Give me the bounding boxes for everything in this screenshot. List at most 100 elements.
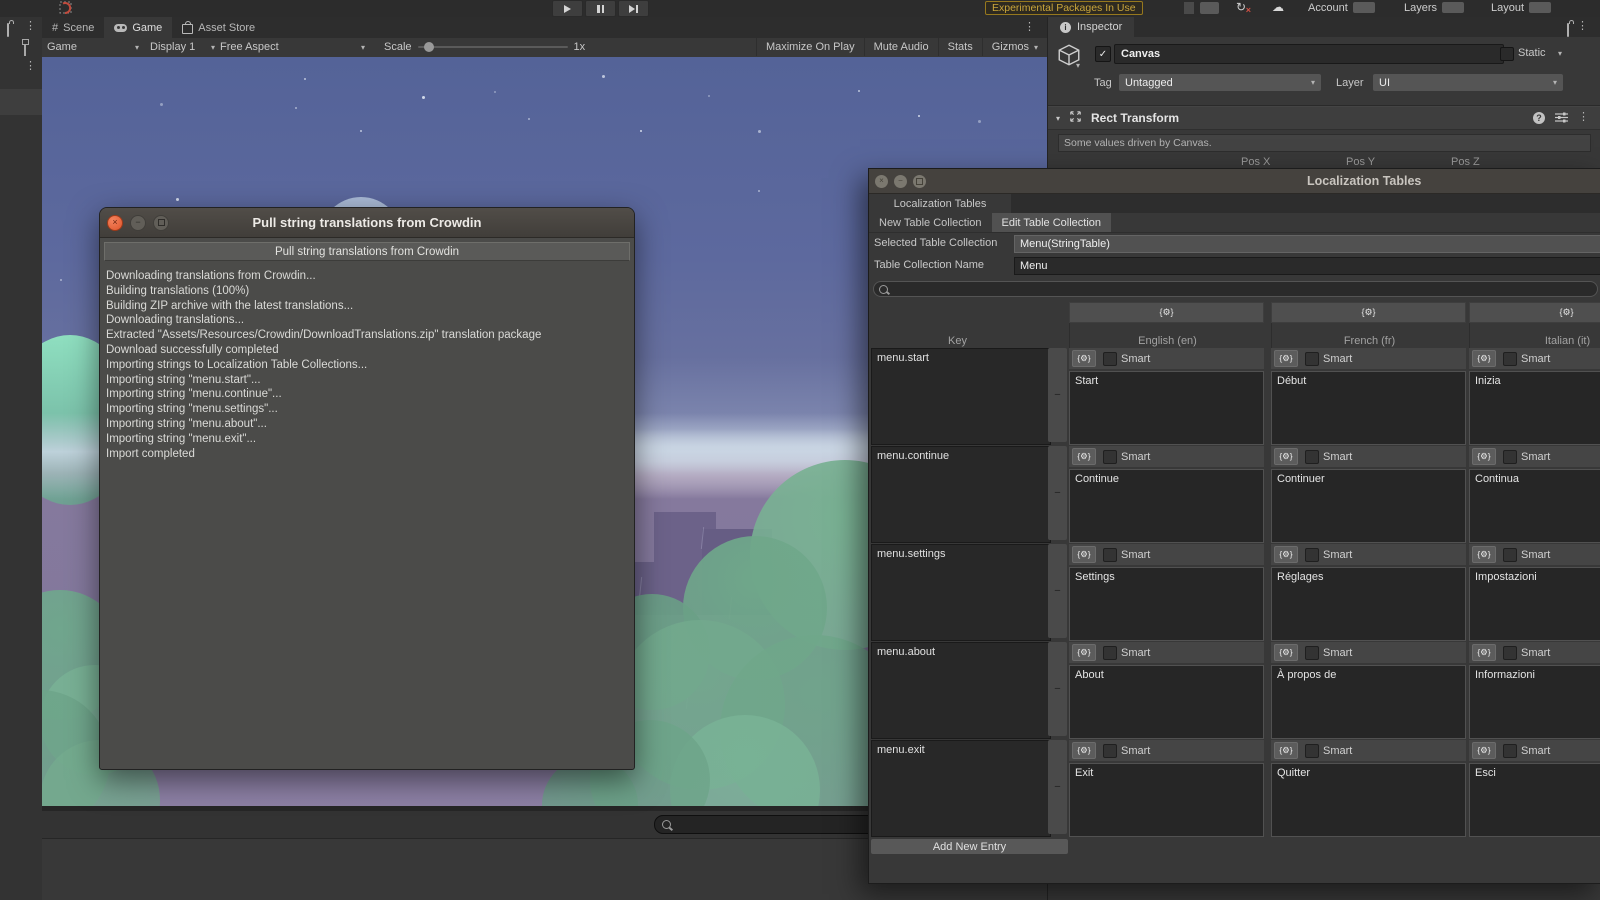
metadata-button[interactable]: {⚙} bbox=[1274, 742, 1298, 759]
entry-value-field[interactable]: Informazioni bbox=[1469, 665, 1600, 739]
layer-dropdown[interactable]: UI ▾ bbox=[1373, 74, 1563, 91]
cloud-icon[interactable]: ☁ bbox=[1272, 0, 1284, 14]
entry-value-field[interactable]: Start bbox=[1069, 371, 1264, 445]
display-target-dropdown[interactable]: Game ▾ bbox=[47, 38, 139, 56]
tab-inspector[interactable]: i Inspector bbox=[1048, 17, 1135, 37]
popout-icon[interactable] bbox=[24, 42, 26, 56]
table-search-input[interactable] bbox=[873, 281, 1598, 297]
remove-entry-button[interactable]: − bbox=[1048, 781, 1067, 793]
key-column-header[interactable]: Key bbox=[869, 323, 1046, 350]
key-cell[interactable]: menu.about bbox=[871, 642, 1051, 739]
localization-tables-window[interactable]: × − Localization Tables Localization Tab… bbox=[868, 168, 1600, 884]
entry-value-field[interactable]: Esci bbox=[1469, 763, 1600, 837]
undo-history-button[interactable] bbox=[1200, 2, 1219, 14]
metadata-button[interactable]: {⚙} bbox=[1274, 448, 1298, 465]
layers-dropdown[interactable]: Layers bbox=[1404, 1, 1465, 14]
smart-checkbox[interactable] bbox=[1305, 645, 1319, 660]
mute-audio-button[interactable]: Mute Audio bbox=[863, 38, 938, 56]
smart-checkbox[interactable] bbox=[1103, 645, 1117, 660]
key-cell[interactable]: menu.exit bbox=[871, 740, 1051, 837]
entry-value-field[interactable]: Continuer bbox=[1271, 469, 1466, 543]
smart-checkbox[interactable] bbox=[1305, 449, 1319, 464]
add-new-entry-button[interactable]: Add New Entry bbox=[871, 839, 1068, 854]
selected-collection-dropdown[interactable]: Menu(StringTable) bbox=[1014, 235, 1600, 253]
metadata-button[interactable]: {⚙} bbox=[1072, 448, 1096, 465]
metadata-button[interactable]: {⚙} bbox=[1072, 350, 1096, 367]
static-caret[interactable]: ▾ bbox=[1558, 49, 1562, 58]
row-handle[interactable]: − bbox=[1048, 544, 1067, 638]
metadata-button[interactable]: {⚙} bbox=[1472, 448, 1496, 465]
smart-checkbox[interactable] bbox=[1305, 351, 1319, 366]
scale-slider[interactable] bbox=[417, 42, 568, 52]
crowdin-titlebar[interactable]: × − Pull string translations from Crowdi… bbox=[100, 208, 634, 238]
smart-checkbox[interactable] bbox=[1103, 351, 1117, 366]
foldout-caret[interactable]: ▾ bbox=[1056, 114, 1060, 123]
new-table-collection-tab[interactable]: New Table Collection bbox=[869, 213, 992, 232]
entry-value-field[interactable]: Continua bbox=[1469, 469, 1600, 543]
column-header[interactable]: French (fr) bbox=[1271, 323, 1467, 350]
entry-value-field[interactable]: Settings bbox=[1069, 567, 1264, 641]
rect-transform-header[interactable]: ▾ Rect Transform ? ⋮ bbox=[1048, 106, 1600, 130]
edit-table-collection-tab[interactable]: Edit Table Collection bbox=[991, 213, 1111, 232]
presets-icon[interactable] bbox=[1555, 112, 1568, 126]
tab-scene[interactable]: # Scene bbox=[42, 17, 104, 38]
smart-checkbox[interactable] bbox=[1103, 449, 1117, 464]
game-panel-menu-icon[interactable]: ⋮ bbox=[1024, 22, 1035, 33]
icon-picker-caret[interactable]: ▾ bbox=[1076, 61, 1080, 70]
metadata-button[interactable]: {⚙} bbox=[1274, 644, 1298, 661]
smart-checkbox[interactable] bbox=[1305, 547, 1319, 562]
column-settings-bar[interactable]: {⚙} bbox=[1069, 302, 1264, 323]
column-header[interactable]: English (en) bbox=[1069, 323, 1265, 350]
table-metadata-icon[interactable]: {⚙} bbox=[1159, 307, 1173, 318]
lock-icon[interactable] bbox=[7, 23, 9, 37]
crowdin-dialog[interactable]: × − Pull string translations from Crowdi… bbox=[99, 207, 635, 770]
pause-button[interactable] bbox=[585, 0, 616, 17]
stats-button[interactable]: Stats bbox=[937, 38, 982, 56]
inspector-menu-icon[interactable]: ⋮ bbox=[1577, 21, 1588, 32]
static-checkbox[interactable] bbox=[1500, 47, 1514, 61]
entry-value-field[interactable]: Continue bbox=[1069, 469, 1264, 543]
smart-checkbox[interactable] bbox=[1503, 351, 1517, 366]
metadata-button[interactable]: {⚙} bbox=[1472, 546, 1496, 563]
metadata-button[interactable]: {⚙} bbox=[1072, 742, 1096, 759]
window-maximize-button[interactable] bbox=[913, 174, 926, 188]
experimental-packages-warning[interactable]: Experimental Packages In Use bbox=[985, 1, 1143, 15]
layout-dropdown[interactable]: Layout bbox=[1491, 1, 1552, 14]
column-header[interactable]: Italian (it) bbox=[1469, 323, 1600, 350]
metadata-button[interactable]: {⚙} bbox=[1472, 644, 1496, 661]
table-metadata-icon[interactable]: {⚙} bbox=[1361, 307, 1375, 318]
collection-name-input[interactable]: Menu bbox=[1014, 257, 1600, 275]
remove-entry-button[interactable]: − bbox=[1048, 683, 1067, 695]
collapsed-panel-handle[interactable] bbox=[0, 89, 42, 115]
entry-value-field[interactable]: Exit bbox=[1069, 763, 1264, 837]
panel-menu-icon[interactable]: ⋮ bbox=[25, 21, 36, 32]
tab-asset-store[interactable]: Asset Store bbox=[172, 17, 265, 38]
aspect-ratio-dropdown[interactable]: Free Aspect ▾ bbox=[220, 38, 365, 56]
play-button[interactable] bbox=[552, 0, 583, 17]
metadata-button[interactable]: {⚙} bbox=[1274, 350, 1298, 367]
metadata-button[interactable]: {⚙} bbox=[1472, 742, 1496, 759]
inspector-lock-icon[interactable] bbox=[1567, 23, 1569, 37]
smart-checkbox[interactable] bbox=[1103, 547, 1117, 562]
entry-value-field[interactable]: Quitter bbox=[1271, 763, 1466, 837]
tab-game[interactable]: Game bbox=[104, 17, 173, 38]
entry-value-field[interactable]: About bbox=[1069, 665, 1264, 739]
smart-checkbox[interactable] bbox=[1503, 645, 1517, 660]
metadata-button[interactable]: {⚙} bbox=[1072, 644, 1096, 661]
gizmos-dropdown[interactable]: Gizmos ▾ bbox=[981, 38, 1047, 56]
column-settings-bar[interactable]: {⚙} bbox=[1469, 302, 1600, 323]
metadata-button[interactable]: {⚙} bbox=[1274, 546, 1298, 563]
remove-entry-button[interactable]: − bbox=[1048, 585, 1067, 597]
key-cell[interactable]: menu.start bbox=[871, 348, 1051, 445]
table-metadata-icon[interactable]: {⚙} bbox=[1559, 307, 1573, 318]
panel-menu-icon-2[interactable]: ⋮ bbox=[25, 61, 36, 72]
entry-value-field[interactable]: Inizia bbox=[1469, 371, 1600, 445]
smart-checkbox[interactable] bbox=[1103, 743, 1117, 758]
entry-value-field[interactable]: Réglages bbox=[1271, 567, 1466, 641]
account-dropdown[interactable]: Account bbox=[1308, 1, 1375, 14]
window-close-button[interactable]: × bbox=[875, 174, 888, 188]
row-handle[interactable]: − bbox=[1048, 446, 1067, 540]
row-handle[interactable]: − bbox=[1048, 642, 1067, 736]
maximize-on-play-button[interactable]: Maximize On Play bbox=[755, 38, 864, 56]
tag-dropdown[interactable]: Untagged ▾ bbox=[1119, 74, 1321, 91]
